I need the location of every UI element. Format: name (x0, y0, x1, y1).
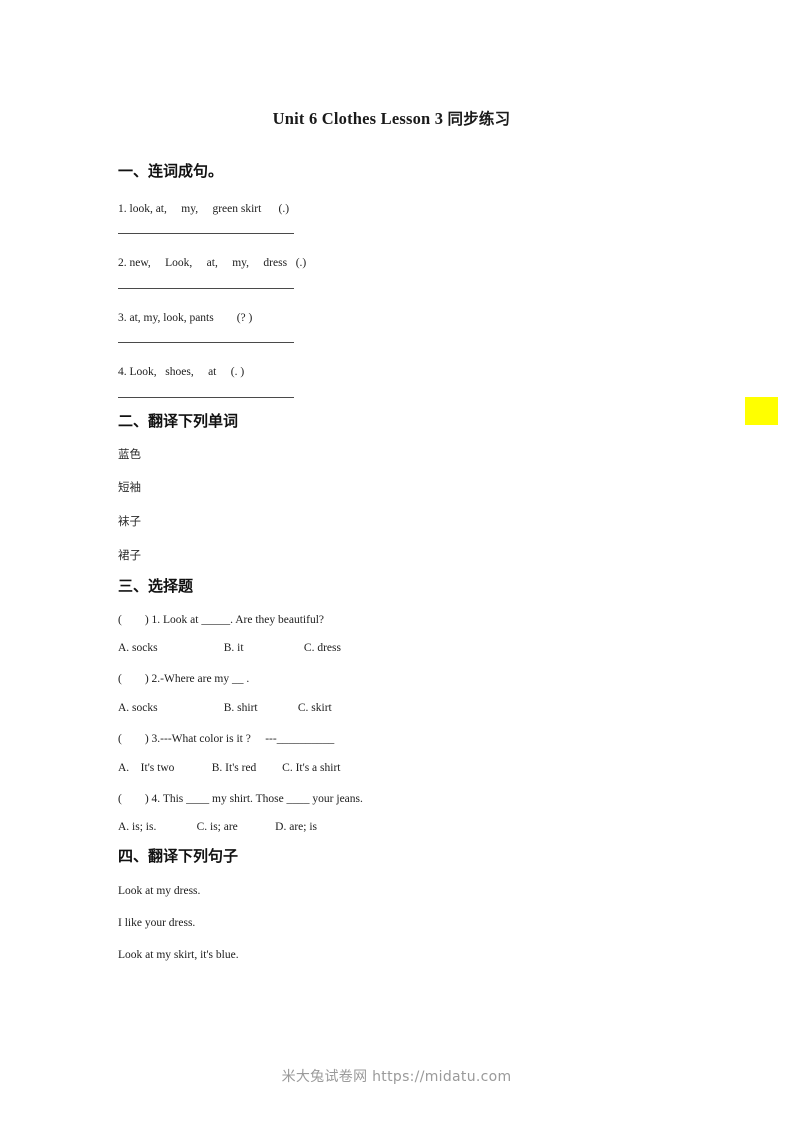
section-heading-two: 二、翻译下列单词 (118, 411, 239, 430)
scramble-item-4: 4. Look, shoes, at (. ) (118, 366, 245, 379)
choice-option-row[interactable]: A. It's two B. It's red C. It's a shirt (118, 747, 678, 775)
page-title-chinese: 同步练习 (447, 110, 511, 128)
choice-question-stem: ( ) 3.---What color is it ? ---_________… (118, 733, 335, 746)
section-heading-four: 四、翻译下列句子 (118, 846, 239, 865)
choice-question-stem: ( ) 4. This ____ my shirt. Those ____ yo… (118, 792, 363, 805)
vocab-item: 袜子 (118, 514, 141, 529)
choice-option-row[interactable]: A. socks B. shirt C. skirt (118, 687, 678, 715)
scramble-item-2: 2. new, Look, at, my, dress (.) (118, 257, 307, 270)
choice-question-stem: ( ) 1. Look at _____. Are they beautiful… (118, 613, 324, 626)
scramble-item-3: 3. at, my, look, pants (? ) (118, 311, 253, 324)
vocab-item: 蓝色 (118, 446, 141, 461)
page-title: Unit 6 Clothes Lesson 3 同步练习 (118, 0, 665, 129)
page-title-english: Unit 6 Clothes Lesson 3 (272, 109, 448, 128)
footer-watermark: 米大兔试卷网 https://midatu.com (281, 1069, 512, 1085)
choice-option-row[interactable]: A. socks B. it C. dress (118, 627, 678, 655)
vocab-item: 裙子 (118, 547, 141, 562)
section-heading-one: 一、连词成句。 (118, 162, 224, 180)
translation-sentence: I like your dress. (118, 917, 196, 930)
translation-sentence: Look at my dress. (118, 884, 201, 897)
yellow-highlight-marker (745, 397, 778, 425)
choice-option-row[interactable]: A. is; is. C. is; are D. are; is (118, 806, 678, 834)
scramble-item-1: 1. look, at, my, green skirt (.) (118, 203, 290, 215)
section-heading-three: 三、选择题 (118, 576, 194, 595)
document-body: Unit 6 Clothes Lesson 3 同步练习 一、连词成句。 1. … (118, 0, 678, 963)
choice-question-stem: ( ) 2.-Where are my __ . (118, 673, 250, 686)
worksheet-page: Unit 6 Clothes Lesson 3 同步练习 一、连词成句。 1. … (0, 0, 793, 1122)
vocab-item: 短袖 (118, 480, 141, 495)
translation-sentence: Look at my skirt, it's blue. (118, 949, 239, 962)
